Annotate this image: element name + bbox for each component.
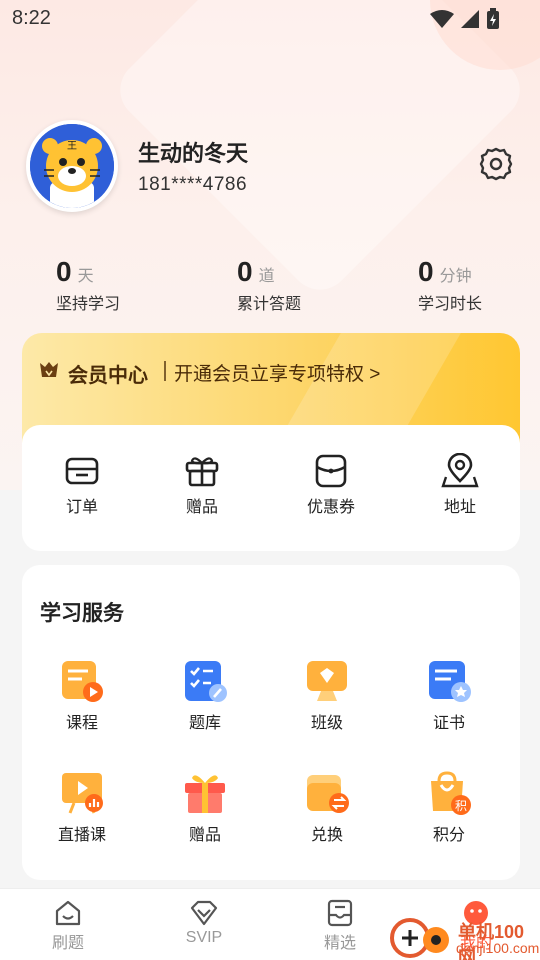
username[interactable]: 生动的冬天 [138,136,248,168]
service-question-bank[interactable]: 题库 [155,657,255,733]
service-label: 赠品 [188,827,221,844]
service-class[interactable]: 班级 [277,657,377,733]
gear-icon [479,147,513,181]
signal-icon [461,10,479,28]
status-bar: 8:22 [0,0,540,36]
crown-icon [40,362,58,377]
location-icon [441,453,479,488]
stat-value: 0 [418,256,434,287]
points-icon: 积 [431,771,471,815]
avatar[interactable]: 王 [26,120,118,212]
service-gift[interactable]: 赠品 [155,769,255,845]
member-description: 开通会员立享专项特权 > [174,364,381,385]
member-title: 会员中心 [68,365,148,387]
service-live-class[interactable]: 直播课 [32,769,132,845]
tab-svip[interactable]: SVIP [164,899,244,947]
stat-label: 学习时长 [418,296,483,313]
member-divider [164,361,166,381]
order-label: 订单 [65,499,98,516]
tab-practice[interactable]: 刷题 [28,899,108,953]
stat-label: 累计答题 [237,296,302,313]
diamond-icon [190,900,218,926]
order-item-address[interactable]: 地址 [410,453,510,517]
tiger-avatar-icon: 王 [30,124,114,208]
wifi-icon [430,10,454,28]
order-item-coupons[interactable]: 优惠券 [281,453,381,517]
order-item-gifts[interactable]: 赠品 [152,453,252,517]
stat-study-time[interactable]: 0 分钟 学习时长 [418,256,538,314]
order-card: 订单 赠品 优惠券 地址 [22,425,520,551]
stat-study-days[interactable]: 0天 坚持学习 [56,256,176,314]
order-label: 优惠券 [306,499,355,516]
gift-box-icon [185,775,225,813]
stat-answered[interactable]: 0道 累计答题 [237,256,357,314]
service-label: 积分 [432,827,465,844]
inbox-icon [327,899,353,927]
stat-unit: 道 [258,268,275,285]
order-label: 赠品 [185,499,218,516]
class-icon [307,661,347,701]
service-label: 直播课 [57,827,106,844]
battery-icon [487,8,499,29]
status-icons [430,8,500,30]
course-icon [62,661,103,702]
tab-label: 精选 [323,935,356,952]
watermark-url: danji100.com [456,940,540,956]
tab-label: SVIP [185,929,223,946]
stat-unit: 分钟 [439,268,472,285]
settings-button[interactable] [478,146,514,182]
coupon-icon [315,454,347,488]
exchange-icon [307,775,349,813]
live-class-icon [62,773,103,814]
service-exchange[interactable]: 兑换 [277,769,377,845]
service-certificate[interactable]: 证书 [399,657,499,733]
service-label: 课程 [65,715,98,732]
service-label: 题库 [188,715,221,732]
tab-label: 刷题 [51,935,84,952]
service-label: 班级 [310,715,343,732]
phone-number: 181****4786 [138,174,248,195]
order-icon [65,457,99,485]
section-title: 学习服务 [40,602,124,625]
service-points[interactable]: 积 积分 [399,769,499,845]
certificate-icon [429,661,471,702]
svg-text:积: 积 [455,799,467,813]
learning-services-card: 学习服务 课程 题库 班级 证书 直播课 赠品 兑换 积 积分 [22,565,520,880]
service-course[interactable]: 课程 [32,657,132,733]
gift-icon [185,457,219,487]
question-bank-icon [185,661,227,702]
stat-value: 0 [56,256,72,287]
tab-featured[interactable]: 精选 [300,899,380,953]
service-label: 证书 [432,715,465,732]
order-label: 地址 [443,499,476,516]
svg-text:王: 王 [67,141,77,152]
stat-unit: 天 [77,268,94,285]
status-time: 8:22 [12,7,51,29]
stat-label: 坚持学习 [56,296,121,313]
order-item-orders[interactable]: 订单 [32,453,132,517]
service-label: 兑换 [310,827,343,844]
home-icon [55,900,81,926]
stat-value: 0 [237,256,253,287]
